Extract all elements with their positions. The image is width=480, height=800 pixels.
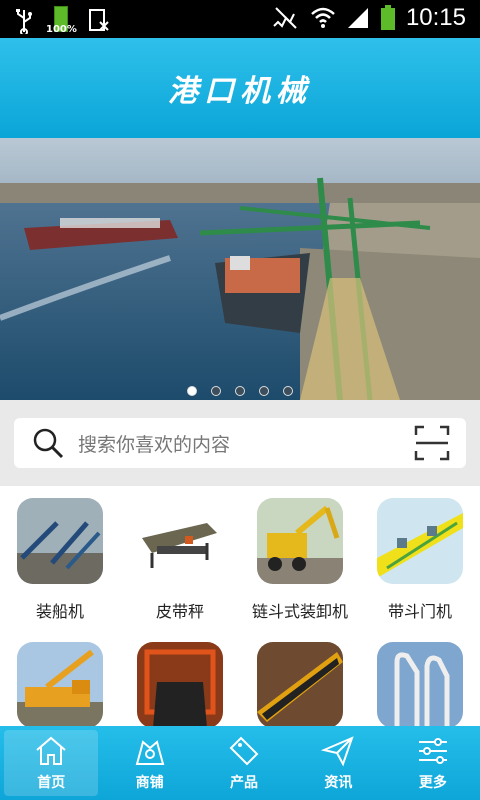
- belt-conveyor-photo: [257, 642, 343, 728]
- shop-icon: [135, 740, 164, 765]
- carousel-dot[interactable]: [259, 386, 269, 396]
- bottom-tab-bar: 首页 商铺 产品 资讯 更多: [0, 726, 480, 800]
- paper-plane-icon: [321, 736, 355, 767]
- search-section: 搜索你喜欢的内容: [0, 400, 480, 486]
- tab-news[interactable]: 资讯: [291, 726, 385, 800]
- clock: 10:15: [405, 4, 466, 31]
- tab-home[interactable]: 首页: [4, 730, 99, 796]
- carousel-dot[interactable]: [187, 386, 197, 396]
- bucket-chain-loader-photo: [257, 498, 343, 584]
- category-label: 链斗式装卸机: [251, 602, 348, 621]
- category-item[interactable]: 装船机: [0, 498, 120, 622]
- usb-icon: [16, 9, 32, 34]
- no-sim-icon: [273, 7, 297, 29]
- battery-percent: 100%: [46, 24, 77, 35]
- tab-label: 更多: [418, 775, 447, 791]
- category-item[interactable]: 皮带秤: [120, 498, 240, 622]
- app-header: 港口机械: [0, 38, 480, 138]
- tab-label: 商铺: [135, 775, 164, 791]
- category-label: 装船机: [35, 602, 84, 621]
- tab-label: 首页: [37, 775, 66, 791]
- category-grid: 装船机 皮带秤 链斗式装卸机 带斗门机: [0, 486, 480, 728]
- conveyor-belt-photo: [137, 642, 223, 728]
- signal-icon: [347, 8, 368, 28]
- status-bar: 100% 10:15: [0, 0, 480, 38]
- category-label: 带斗门机: [387, 602, 452, 621]
- document-icon: [89, 9, 109, 31]
- sliders-icon: [418, 738, 447, 764]
- page-title: 港口机械: [168, 74, 312, 109]
- hopper-portal-crane-photo: [377, 498, 463, 584]
- home-icon: [36, 736, 66, 765]
- carousel-dot[interactable]: [283, 386, 293, 396]
- tab-more[interactable]: 更多: [386, 726, 480, 800]
- category-item[interactable]: 带斗门机: [360, 498, 480, 622]
- carousel-dot[interactable]: [211, 386, 221, 396]
- scan-icon[interactable]: [414, 425, 450, 461]
- wifi-icon: [311, 7, 335, 28]
- battery-icon: [380, 5, 395, 30]
- carousel-dot[interactable]: [235, 386, 245, 396]
- carousel-indicator[interactable]: [0, 386, 480, 396]
- search-bar[interactable]: 搜索你喜欢的内容: [14, 418, 466, 468]
- ship-loader-photo: [17, 498, 103, 584]
- category-item[interactable]: 链斗式装卸机: [240, 498, 360, 622]
- search-icon[interactable]: [30, 425, 66, 461]
- tab-label: 资讯: [324, 775, 353, 791]
- tab-label: 产品: [230, 775, 259, 791]
- hero-banner[interactable]: [0, 138, 480, 400]
- category-label: 皮带秤: [155, 602, 204, 621]
- search-input[interactable]: 搜索你喜欢的内容: [78, 430, 414, 457]
- tab-products[interactable]: 产品: [197, 726, 291, 800]
- belt-scale-photo: [137, 498, 223, 584]
- mobile-crane-photo: [17, 642, 103, 728]
- battery-status-icon: 100%: [46, 6, 77, 36]
- tab-shop[interactable]: 商铺: [102, 726, 196, 800]
- port-photo: [0, 138, 480, 400]
- sale-tag-icon: [229, 736, 259, 766]
- loading-arms-photo: [377, 642, 463, 728]
